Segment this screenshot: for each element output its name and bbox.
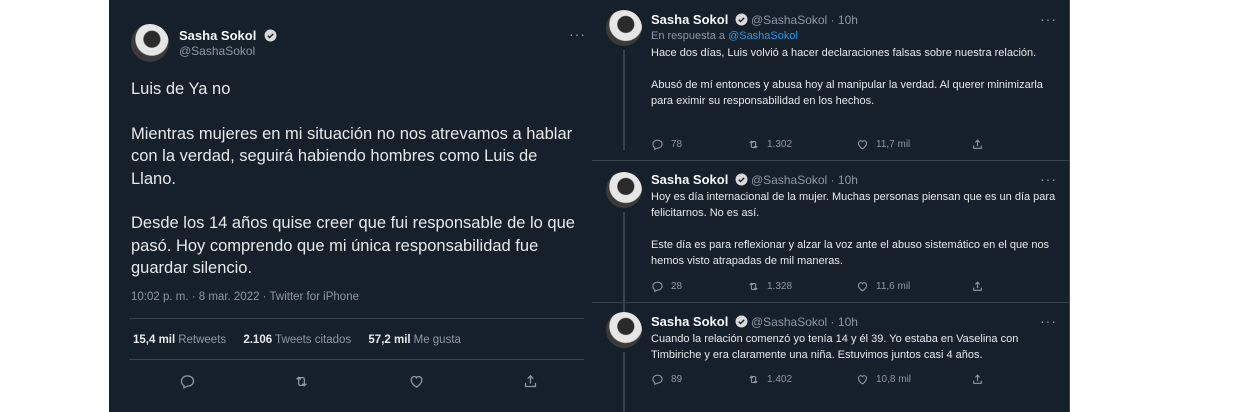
retweets-count: 15,4 mil [133, 334, 176, 346]
like-count: 10,8 mil [876, 374, 912, 385]
share-icon [973, 374, 982, 384]
retweets-label: Retweets [178, 334, 227, 346]
author-avatar[interactable] [606, 312, 642, 348]
reply-action[interactable]: 78 [651, 138, 682, 151]
reply-count: 78 [671, 139, 683, 150]
verified-badge-icon [264, 29, 277, 42]
share-icon[interactable] [522, 373, 539, 390]
more-icon[interactable]: ··· [569, 26, 586, 42]
like-icon [857, 140, 868, 150]
author-avatar[interactable] [606, 10, 642, 46]
retweet-action[interactable]: 1.328 [747, 280, 792, 293]
main-tweet-panel: Sasha Sokol @SashaSokol ··· Luis de Ya n… [109, 0, 600, 412]
more-icon[interactable]: ··· [1040, 171, 1057, 187]
quotes-label: Tweets citados [275, 334, 352, 346]
retweet-action[interactable]: 1.302 [747, 138, 792, 151]
retweet-count: 1.302 [767, 139, 793, 150]
reply-icon [652, 139, 663, 151]
author-name[interactable]: Sasha Sokol [651, 12, 728, 27]
action-bar [179, 373, 539, 390]
reply-count: 89 [671, 374, 683, 385]
like-icon[interactable] [408, 373, 425, 390]
divider [129, 359, 584, 360]
tweet-stats: 15,4 mil Retweets 2.106 Tweets citados 57,… [133, 334, 475, 346]
reply-icon [652, 281, 663, 293]
share-action[interactable] [971, 280, 984, 293]
reply-action[interactable]: 89 [651, 373, 682, 386]
retweet-count: 1.402 [767, 374, 793, 385]
reply-to-link[interactable]: @SashaSokol [728, 30, 798, 42]
tweet-meta[interactable]: 10:02 p. m. · 8 mar. 2022 · Twitter for … [131, 291, 359, 303]
thread-panel: Sasha Sokol @SashaSokol · 10h ··· En res… [592, 0, 1070, 412]
tweet-separator [592, 302, 1070, 303]
reply-context: En respuesta a @SashaSokol [651, 30, 798, 42]
more-icon[interactable]: ··· [1040, 313, 1057, 329]
like-count: 11,7 mil [876, 139, 911, 150]
author-avatar[interactable] [131, 24, 169, 62]
like-action[interactable]: 11,7 mil [856, 138, 910, 151]
tweet-text: Luis de Ya no Mientras mujeres en mi sit… [131, 80, 575, 278]
retweet-icon [749, 282, 758, 291]
tweet-separator [592, 160, 1070, 161]
more-icon[interactable]: ··· [1040, 11, 1057, 27]
like-count: 11,6 mil [876, 281, 911, 292]
author-handle[interactable]: @SashaSokol · 10h [751, 173, 858, 187]
quotes-count: 2.106 [243, 334, 273, 346]
quotes-stat[interactable]: 2.106 Tweets citados [243, 334, 351, 346]
share-action[interactable] [971, 373, 984, 386]
reply-count: 28 [671, 281, 683, 292]
retweet-icon [749, 375, 758, 384]
tweet-text: Hace dos días, Luis volvió a hacer decla… [651, 47, 1043, 107]
verified-badge-icon [735, 315, 748, 328]
thread-line [623, 352, 625, 412]
author-handle[interactable]: @SashaSokol · 10h [751, 315, 858, 329]
retweets-stat[interactable]: 15,4 mil Retweets [133, 334, 226, 346]
likes-stat[interactable]: 57,2 mil Me gusta [368, 334, 461, 346]
verified-badge-icon [735, 13, 748, 26]
tweet-header: Sasha Sokol @SashaSokol · 10h [651, 12, 858, 27]
author-name[interactable]: Sasha Sokol [651, 172, 728, 187]
like-action[interactable]: 10,8 mil [856, 373, 911, 386]
thread-line [623, 50, 625, 150]
author-avatar[interactable] [606, 172, 642, 208]
retweet-icon [749, 140, 758, 149]
retweet-count: 1.328 [767, 281, 793, 292]
author-handle[interactable]: @SashaSokol · 10h [751, 13, 858, 27]
retweet-action[interactable]: 1.402 [747, 373, 792, 386]
like-icon [857, 282, 868, 292]
like-action[interactable]: 11,6 mil [856, 280, 910, 293]
like-icon [857, 375, 868, 385]
share-action[interactable] [971, 138, 984, 151]
likes-count: 57,2 mil [368, 334, 411, 346]
tweet-text: Hoy es día internacional de la mujer. Mu… [651, 191, 1056, 267]
author-name[interactable]: Sasha Sokol [179, 28, 256, 43]
share-icon [973, 281, 982, 291]
author-name-row[interactable]: Sasha Sokol [179, 27, 277, 45]
retweet-icon[interactable] [293, 373, 310, 390]
reply-prefix: En respuesta a [651, 30, 725, 42]
reply-icon[interactable] [179, 373, 196, 390]
tweet-text: Cuando la relación comenzó yo tenía 14 y… [651, 333, 1019, 361]
author-handle[interactable]: @SashaSokol [179, 44, 255, 58]
tweet-header: Sasha Sokol @SashaSokol · 10h [651, 172, 858, 187]
verified-badge-icon [735, 173, 748, 186]
share-icon [973, 139, 982, 149]
reply-icon [652, 374, 663, 386]
reply-action[interactable]: 28 [651, 280, 682, 293]
divider [129, 318, 584, 319]
tweet-header: Sasha Sokol @SashaSokol · 10h [651, 314, 858, 329]
thread-line [623, 212, 625, 312]
author-name[interactable]: Sasha Sokol [651, 314, 728, 329]
likes-label: Me gusta [413, 334, 461, 346]
